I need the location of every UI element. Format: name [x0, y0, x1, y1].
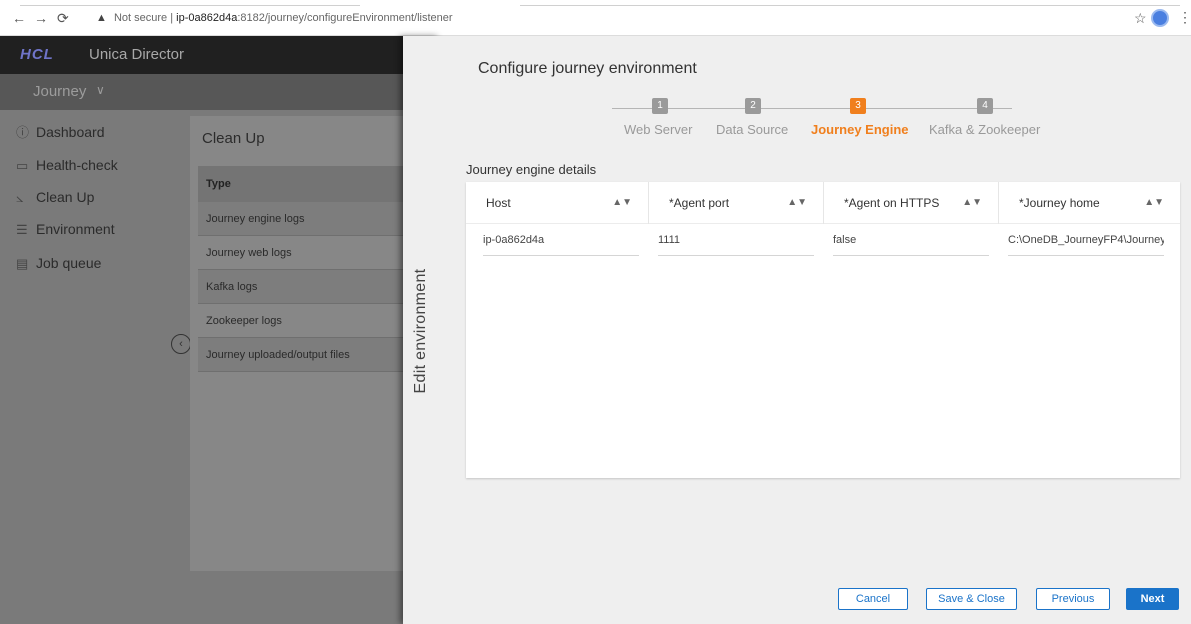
step-journey-engine[interactable]: Journey Engine [811, 122, 909, 137]
back-arrow-icon[interactable]: ← [12, 11, 26, 25]
previous-button[interactable]: Previous [1036, 588, 1110, 610]
broom-icon: ⦣ [16, 190, 24, 205]
column-header-agent-port[interactable]: *Agent port ▲▼ [649, 182, 824, 224]
profile-avatar[interactable] [1151, 9, 1169, 27]
warning-icon: ▲ [96, 12, 107, 24]
stepper-track [612, 108, 1012, 109]
sort-icon[interactable]: ▲▼ [787, 182, 807, 224]
configure-environment-dialog: Configure journey environment 1 2 3 4 We… [440, 36, 1191, 624]
column-header-journey-home[interactable]: *Journey home ▲▼ [999, 182, 1180, 224]
column-header-agent-https[interactable]: *Agent on HTTPS ▲▼ [824, 182, 999, 224]
table-row[interactable]: Journey engine logs [198, 202, 425, 236]
hcl-logo: HCL [20, 46, 54, 63]
reload-icon[interactable]: ⟳ [57, 11, 69, 25]
menu-kebab-icon[interactable]: ⋮ [1178, 9, 1191, 26]
cancel-button[interactable]: Cancel [838, 588, 908, 610]
drawer-label: Edit environment [412, 268, 429, 394]
browser-toolbar: ← → ⟳ ▲ Not secure | ip-0a862d4a:8182/jo… [0, 0, 1191, 36]
tab-strip-edge [20, 5, 360, 6]
journey-home-field[interactable]: C:\OneDB_JourneyFP4\Journeys [1008, 234, 1164, 256]
sidebar-item-dashboard[interactable]: ⓘ Dashboard [16, 122, 105, 142]
step-1-number[interactable]: 1 [652, 98, 668, 114]
tab-strip-edge [520, 5, 1180, 6]
agent-port-field[interactable]: 1111 [658, 234, 814, 256]
bookmark-star-icon[interactable]: ☆ [1134, 10, 1147, 27]
dialog-title: Configure journey environment [478, 60, 697, 77]
journey-engine-grid: Host ▲▼ *Agent port ▲▼ *Agent on HTTPS ▲▼ *… [466, 182, 1180, 478]
save-close-button[interactable]: Save & Close [926, 588, 1017, 610]
sidebar-item-job-queue[interactable]: ▤ Job queue [16, 253, 101, 273]
info-icon: ⓘ [16, 125, 30, 140]
column-header-host[interactable]: Host ▲▼ [466, 182, 649, 224]
address-bar[interactable]: ▲ Not secure | ip-0a862d4a:8182/journey/… [96, 11, 453, 25]
url-host: ip-0a862d4a [176, 12, 238, 24]
collapse-sidebar-icon[interactable]: ‹ [171, 334, 191, 354]
app-name: Unica Director [89, 46, 185, 63]
grid-header: Host ▲▼ *Agent port ▲▼ *Agent on HTTPS ▲▼ *… [466, 182, 1180, 224]
step-3-number[interactable]: 3 [850, 98, 866, 114]
sidebar-item-environment[interactable]: ☰ Environment [16, 219, 115, 239]
sort-icon[interactable]: ▲▼ [962, 182, 982, 224]
cleanup-table-header: Type [198, 166, 425, 202]
security-label: Not secure [113, 12, 168, 24]
table-row[interactable]: Kafka logs [198, 270, 425, 304]
next-button[interactable]: Next [1126, 588, 1179, 610]
chevron-down-icon[interactable]: ∨ [96, 83, 105, 97]
step-web-server[interactable]: Web Server [624, 122, 692, 137]
column-header-type: Type [206, 178, 231, 190]
sort-icon[interactable]: ▲▼ [612, 182, 632, 224]
step-data-source[interactable]: Data Source [716, 122, 788, 137]
app-background: HCL Unica Director Journey ∨ ⓘ Dashboard … [0, 36, 425, 624]
queue-icon: ▤ [16, 256, 29, 271]
step-2-number[interactable]: 2 [745, 98, 761, 114]
step-kafka-zookeeper[interactable]: Kafka & Zookeeper [929, 122, 1040, 137]
sidebar-item-health-check[interactable]: ▭ Health-check [16, 155, 118, 175]
sliders-icon: ☰ [16, 222, 28, 237]
forward-arrow-icon[interactable]: → [34, 11, 48, 25]
cleanup-title: Clean Up [202, 130, 265, 147]
agent-https-field[interactable]: false [833, 234, 989, 256]
sort-icon[interactable]: ▲▼ [1144, 182, 1164, 224]
health-icon: ▭ [16, 158, 29, 173]
host-field[interactable]: ip-0a862d4a [483, 234, 639, 256]
module-bar: Journey ∨ [0, 74, 425, 110]
module-select[interactable]: Journey [33, 83, 86, 100]
drawer-tab[interactable]: Edit environment [403, 36, 440, 624]
sidebar-item-clean-up[interactable]: ⦣ Clean Up [16, 187, 94, 207]
url-path: :8182/journey/configureEnvironment/liste… [237, 12, 453, 24]
cleanup-card: Clean Up Type Journey engine logs Journe… [190, 116, 425, 571]
table-row[interactable]: Zookeeper logs [198, 304, 425, 338]
app-header: HCL Unica Director [0, 36, 425, 74]
table-row[interactable]: Journey web logs [198, 236, 425, 270]
table-row[interactable]: Journey uploaded/output files [198, 338, 425, 372]
step-4-number[interactable]: 4 [977, 98, 993, 114]
section-title: Journey engine details [466, 162, 597, 177]
